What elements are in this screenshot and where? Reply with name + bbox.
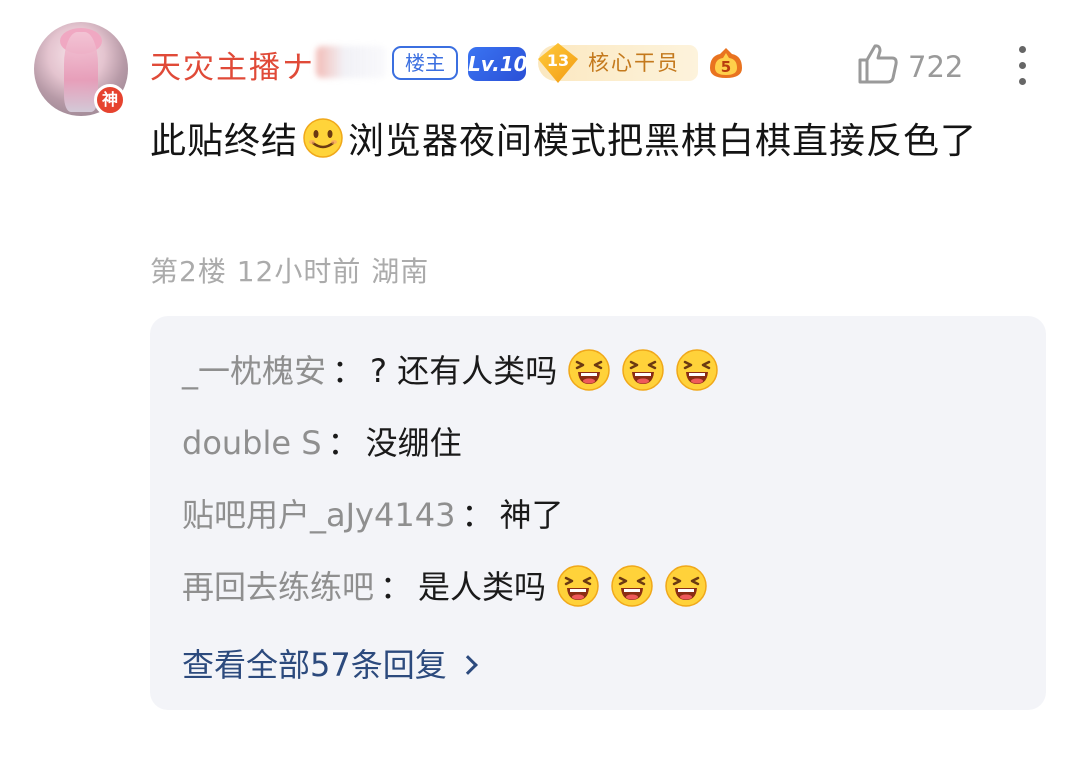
reply-item[interactable]: double S：没绷住 bbox=[182, 418, 462, 464]
reply-user[interactable]: 贴吧用户_aJy4143 bbox=[182, 496, 455, 534]
smile-emoji-icon bbox=[302, 117, 344, 159]
reply-separator: ： bbox=[461, 496, 494, 534]
laugh-emoji-icon bbox=[675, 348, 719, 392]
view-all-label: 查看全部57条回复 bbox=[182, 646, 447, 684]
laugh-emoji-icon bbox=[567, 348, 611, 392]
reply-text: 神了 bbox=[499, 496, 564, 534]
laugh-emoji-icon bbox=[556, 564, 600, 608]
more-vertical-icon[interactable] bbox=[1012, 46, 1032, 90]
reply-text: 没绷住 bbox=[365, 424, 462, 462]
thumb-up-icon[interactable] bbox=[856, 42, 900, 86]
post-text-before: 此贴终结 bbox=[150, 121, 299, 162]
reply-user[interactable]: double S bbox=[182, 424, 322, 462]
post-content: 此贴终结 浏览器夜间模式把黑棋白棋直接反色了 bbox=[150, 113, 1030, 170]
reply-box: _一枕槐安：? 还有人类吗 double S：没绷住 贴吧用户_aJy4143：… bbox=[150, 316, 1046, 710]
laugh-emoji-icon bbox=[664, 564, 708, 608]
core-level-badge: 13 bbox=[538, 43, 578, 83]
post-text-after: 浏览器夜间模式把黑棋白棋直接反色了 bbox=[348, 121, 978, 162]
reply-separator: ： bbox=[380, 568, 413, 606]
core-member-label: 核心干员 bbox=[588, 51, 680, 75]
reply-separator: ： bbox=[327, 424, 360, 462]
username-blur bbox=[316, 46, 386, 78]
like-count: 722 bbox=[908, 50, 964, 84]
level-tag[interactable]: Lv.10 bbox=[468, 47, 528, 81]
louzhu-tag: 楼主 bbox=[392, 46, 458, 80]
reply-separator: ： bbox=[332, 352, 365, 390]
reply-item[interactable]: 贴吧用户_aJy4143：神了 bbox=[182, 490, 563, 536]
fire-badge-icon: 5 bbox=[706, 46, 746, 80]
username[interactable]: 天灾主播ナ bbox=[150, 42, 315, 87]
reply-item[interactable]: 再回去练练吧：是人类吗 bbox=[182, 562, 708, 608]
reply-text: ? 还有人类吗 bbox=[370, 352, 558, 390]
laugh-emoji-icon bbox=[610, 564, 654, 608]
laugh-emoji-icon bbox=[621, 348, 665, 392]
reply-user[interactable]: _一枕槐安 bbox=[182, 352, 326, 390]
reply-text: 是人类吗 bbox=[418, 568, 547, 606]
post-meta: 第2楼 12小时前 湖南 bbox=[150, 255, 430, 288]
core-member-tag[interactable]: 13 核心干员 bbox=[538, 43, 698, 83]
avatar-figure bbox=[64, 32, 98, 112]
chevron-right-icon bbox=[457, 655, 478, 675]
view-all-replies-link[interactable]: 查看全部57条回复 bbox=[182, 640, 478, 686]
reply-item[interactable]: _一枕槐安：? 还有人类吗 bbox=[182, 346, 719, 392]
god-badge: 神 bbox=[94, 84, 126, 116]
reply-user[interactable]: 再回去练练吧 bbox=[182, 568, 374, 606]
fire-badge-number: 5 bbox=[721, 58, 731, 76]
